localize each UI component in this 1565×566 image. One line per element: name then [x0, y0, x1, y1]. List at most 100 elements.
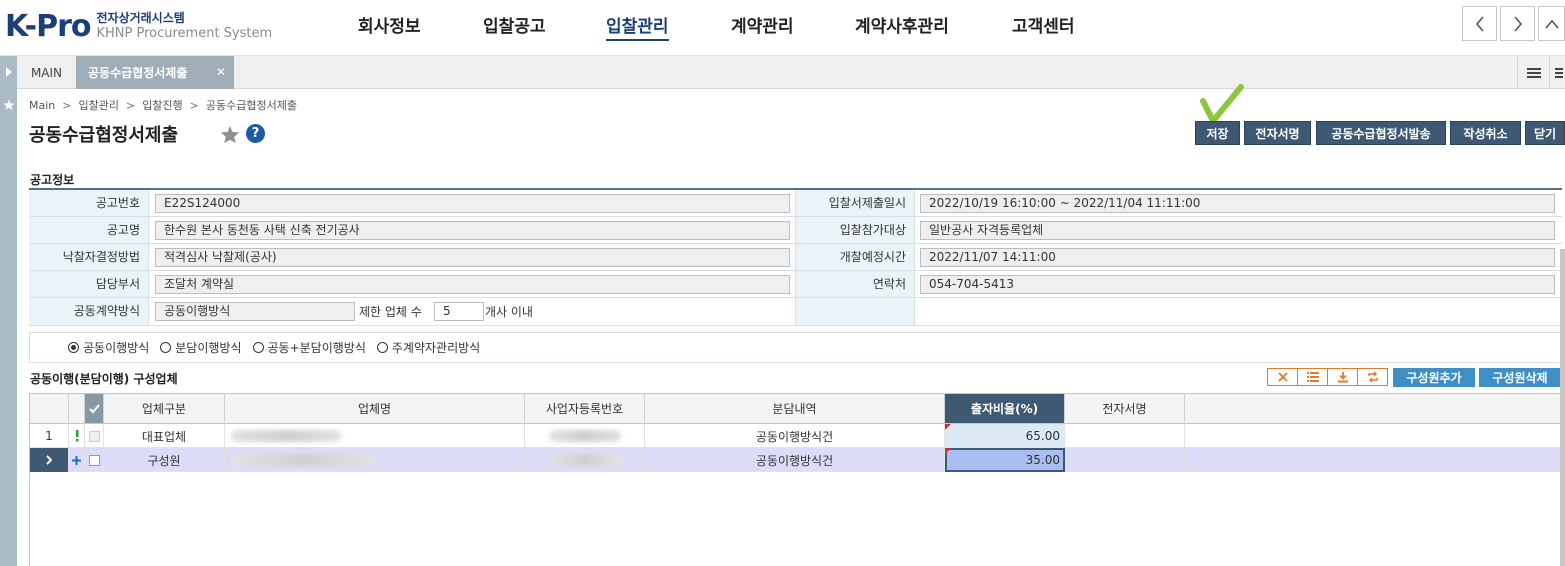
collapse-button[interactable]: [1538, 6, 1565, 41]
chevron-right-icon: [1513, 15, 1522, 32]
joint-type-radio-group: 공동이행방식 분담이행방식 공동+분담이행방식 주계약자관리방식: [29, 332, 1562, 363]
cell-bizno-redacted: [525, 448, 645, 472]
send-agreement-button[interactable]: 공동수급협정서발송: [1316, 121, 1446, 145]
grid-header-filler: [1185, 394, 1561, 424]
triangle-right-icon: [5, 67, 12, 77]
radio-joint-split[interactable]: 공동+분담이행방식: [252, 339, 366, 356]
logo-subtitle-en: KHNP Procurement System: [96, 26, 273, 41]
grid-header-esign[interactable]: 전자서명: [1065, 394, 1185, 424]
field-bid-period: 2022/10/19 16:10:00 ~ 2022/11/04 11:11:0…: [920, 194, 1555, 213]
add-member-button[interactable]: 구성원추가: [1393, 368, 1475, 387]
nav-contract-management[interactable]: 계약관리: [731, 12, 794, 37]
nav-post-contract[interactable]: 계약사후관리: [855, 12, 949, 37]
hamburger-icon: [1554, 67, 1563, 78]
field-dept: 조달처 계약실: [155, 275, 790, 294]
esign-button[interactable]: 전자서명: [1244, 121, 1311, 145]
grid-header-name[interactable]: 업체명: [225, 394, 525, 424]
table-row[interactable]: 1 대표업체 공동이행방식건 65.00: [30, 424, 1563, 448]
label-dept: 담당부서: [29, 271, 149, 297]
main-content: Main > 입찰관리 > 입찰진행 > 공동수급협정서제출 공동수급협정서제출 ? 저장 …: [17, 84, 1565, 566]
breadcrumb-item[interactable]: Main: [29, 99, 55, 112]
nav-customer-center[interactable]: 고객센터: [1012, 12, 1075, 37]
members-grid: 업체구분 업체명 사업자등록번호 분담내역 출자비율(%) 전자서명 1 대표업…: [29, 393, 1563, 566]
chevron-left-icon: [1475, 15, 1484, 32]
nav-bid-management[interactable]: 입찰관리: [606, 12, 669, 41]
cell-esign: [1065, 424, 1185, 448]
tab-current-label: 공동수급협정서제출: [88, 66, 188, 80]
download-icon[interactable]: [1328, 369, 1358, 385]
row-pointer: [30, 448, 69, 472]
vertical-scrollbar[interactable]: [1560, 249, 1565, 566]
nav-bid-notice[interactable]: 입찰공고: [483, 12, 546, 37]
label-limit-count: 제한 업체 수: [359, 305, 422, 319]
favorites-button[interactable]: [0, 99, 17, 111]
logo-subtitle: 전자상거래시스템 KHNP Procurement System: [96, 11, 272, 41]
label-notice-no: 공고번호: [29, 190, 149, 216]
field-contact: 054-704-5413: [920, 275, 1555, 294]
field-eligibility: 일반공사 자격등록업체: [920, 221, 1555, 240]
label-contact: 연락처: [795, 271, 915, 297]
page: K-Pro 전자상거래시스템 KHNP Procurement System 회…: [0, 0, 1565, 566]
excel-reset-icon[interactable]: [1268, 369, 1298, 385]
row-status-icon: [69, 448, 85, 472]
radio-split-performance[interactable]: 분담이행방식: [160, 339, 242, 356]
cancel-draft-button[interactable]: 작성취소: [1450, 121, 1521, 145]
redacted-block: [231, 430, 341, 442]
cell-esign: [1065, 448, 1185, 472]
tab-main[interactable]: MAIN: [17, 56, 76, 89]
next-button[interactable]: [1500, 6, 1535, 41]
label-notice-name: 공고명: [29, 217, 149, 243]
info-row: 공동계약방식 공동이행방식 제한 업체 수 5 개사 이내: [29, 298, 1562, 326]
cell-ratio[interactable]: 65.00: [945, 424, 1065, 448]
cell-type: 대표업체: [104, 424, 225, 448]
table-row-selected[interactable]: 구성원 공동이행방식건 35.00: [30, 448, 1563, 472]
field-limit-count: 5: [434, 302, 484, 321]
row-checkbox[interactable]: [85, 448, 104, 472]
close-tab-icon[interactable]: ✕: [216, 65, 226, 79]
breadcrumb-item-current: 공동수급협정서제출: [205, 99, 297, 112]
label-empty: [795, 298, 915, 325]
tab-current[interactable]: 공동수급협정서제출 ✕: [76, 56, 234, 89]
nav-company-info[interactable]: 회사정보: [358, 12, 421, 37]
tab-menu-button[interactable]: [1549, 56, 1565, 89]
breadcrumb-item[interactable]: 입찰관리: [78, 99, 118, 112]
grid-header-ratio[interactable]: 출자비율(%): [945, 394, 1065, 424]
radio-joint-performance[interactable]: 공동이행방식: [68, 339, 149, 356]
star-icon: [3, 99, 14, 110]
favorite-star-icon[interactable]: [220, 125, 240, 144]
plus-icon: [72, 455, 81, 465]
refresh-icon[interactable]: [1358, 369, 1387, 385]
cell-ratio-editing[interactable]: 35.00: [945, 448, 1065, 472]
checkbox-icon: [88, 454, 100, 466]
save-button[interactable]: 저장: [1195, 121, 1240, 145]
chevron-right-icon: [46, 455, 53, 465]
grid-header-checkall[interactable]: [85, 394, 104, 424]
logo-subtitle-kr: 전자상거래시스템: [96, 11, 185, 25]
section-title-members: 공동이행(분담이행) 구성업체: [30, 372, 178, 386]
grid-header-status: [69, 394, 85, 424]
grid-header-type[interactable]: 업체구분: [104, 394, 225, 424]
edit-marker-icon: [945, 424, 951, 430]
radio-main-contractor[interactable]: 주계약자관리방식: [376, 339, 481, 356]
row-checkbox[interactable]: [85, 424, 104, 448]
delete-member-button[interactable]: 구성원삭제: [1479, 368, 1561, 387]
expand-sidebar-button[interactable]: [0, 67, 17, 77]
cell-company-name-redacted: [225, 424, 525, 448]
close-button[interactable]: 닫기: [1525, 121, 1565, 145]
header: K-Pro 전자상거래시스템 KHNP Procurement System 회…: [0, 0, 1565, 56]
help-icon[interactable]: ?: [246, 124, 265, 143]
grid-header-share[interactable]: 분담내역: [645, 394, 945, 424]
tab-list-button[interactable]: [1517, 56, 1549, 89]
radio-label: 주계약자관리방식: [391, 341, 481, 355]
label-eligibility: 입찰참가대상: [795, 217, 915, 243]
cell-bizno-redacted: [525, 424, 645, 448]
grid-header-bizno[interactable]: 사업자등록번호: [525, 394, 645, 424]
cell-share: 공동이행방식건: [645, 448, 945, 472]
info-row: 공고명 한수원 본사 동천동 사택 신축 전기공사 입찰참가대상 일반공사 자격…: [29, 217, 1562, 244]
breadcrumb-item[interactable]: 입찰진행: [142, 99, 182, 112]
hamburger-icon: [1526, 67, 1541, 78]
logo[interactable]: K-Pro 전자상거래시스템 KHNP Procurement System: [5, 6, 272, 46]
prev-button[interactable]: [1462, 6, 1497, 41]
list-icon[interactable]: [1298, 369, 1328, 385]
breadcrumb-separator: >: [189, 99, 199, 112]
